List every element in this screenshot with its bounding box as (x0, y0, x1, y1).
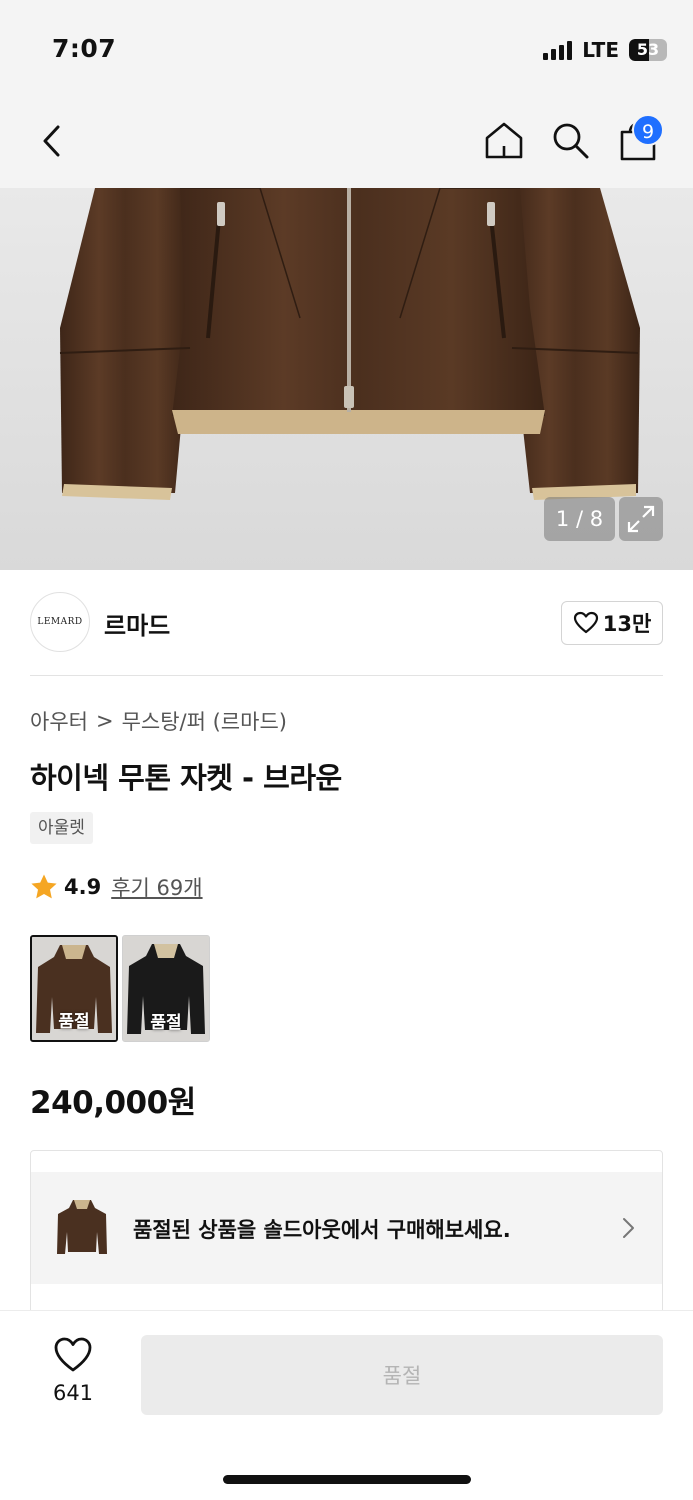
star-icon (31, 874, 57, 899)
breadcrumb-separator: > (95, 709, 114, 733)
heart-icon[interactable] (53, 1337, 93, 1373)
network-label: LTE (582, 38, 619, 62)
battery-level: 53 (636, 40, 660, 59)
image-counter: 1 / 8 (544, 497, 615, 541)
expand-icon (627, 505, 655, 533)
soldout-button[interactable]: 품절 (141, 1335, 663, 1415)
color-swatch-brown[interactable]: 품절 (30, 935, 118, 1042)
cart-count-badge: 9 (632, 114, 664, 146)
home-indicator (223, 1475, 471, 1484)
signal-icon (543, 40, 573, 60)
swatch-soldout-label: 품절 (150, 1013, 182, 1033)
soldout-thumbnail (57, 1200, 107, 1254)
color-swatch-black[interactable]: 품절 (122, 935, 210, 1042)
soldout-banner[interactable]: 품절된 상품을 솔드아웃에서 구매해보세요. (31, 1172, 662, 1284)
home-icon[interactable] (484, 120, 524, 160)
status-time: 7:07 (52, 34, 117, 63)
product-title: 하이넥 무톤 자켓 - 브라운 (30, 761, 342, 795)
brand-logo[interactable]: LEMARD (30, 592, 90, 652)
chevron-left-icon[interactable] (36, 121, 76, 161)
brand-like-count: 13만 (602, 612, 652, 636)
outlet-tag: 아울렛 (30, 812, 93, 844)
battery-icon: 53 (629, 39, 667, 61)
status-bar: 7:07 LTE 53 (0, 0, 693, 95)
breadcrumb-subcategory[interactable]: 무스탕/퍼 (르마드) (122, 706, 287, 736)
chevron-right-icon (623, 1218, 634, 1238)
product-price: 240,000원 (30, 1085, 196, 1121)
brand-name[interactable]: 르마드 (104, 606, 170, 641)
brand-row: LEMARD 르마드 13만 (30, 592, 663, 676)
breadcrumb: 아우터 > 무스탕/퍼 (르마드) (30, 706, 287, 736)
wish-count: 641 (52, 1381, 94, 1405)
swatch-soldout-label: 품절 (58, 1012, 90, 1032)
rating-row: 4.9 후기 69개 (30, 872, 203, 902)
heart-icon (573, 611, 598, 634)
brand-like-button[interactable]: 13만 (561, 601, 663, 645)
soldout-banner-text: 품절된 상품을 솔드아웃에서 구매해보세요. (133, 1218, 511, 1242)
rating-score: 4.9 (64, 875, 102, 899)
breadcrumb-category[interactable]: 아우터 (30, 706, 88, 736)
expand-button[interactable] (619, 497, 663, 541)
status-indicators: LTE 53 (543, 38, 667, 62)
reviews-link[interactable]: 후기 69개 (111, 872, 202, 902)
search-icon[interactable] (550, 120, 590, 160)
bottom-action-bar: 641 품절 (0, 1310, 693, 1500)
nav-bar: 9 (0, 95, 693, 188)
